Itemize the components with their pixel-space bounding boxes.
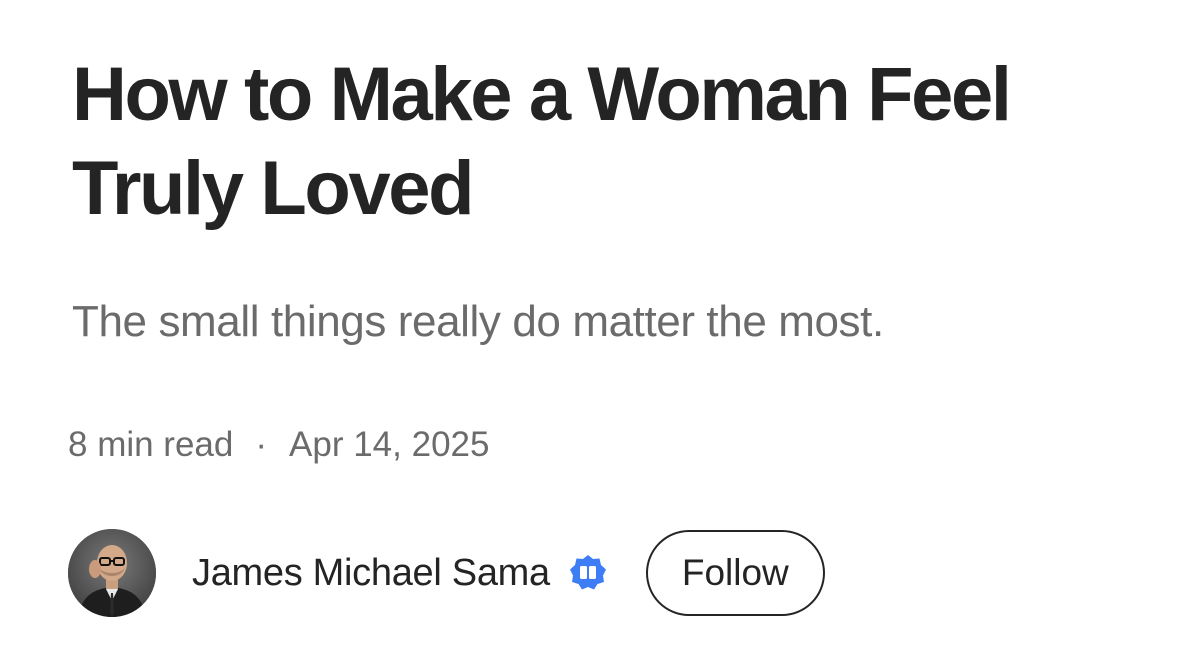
read-time: 8 min read (68, 425, 234, 464)
author-name[interactable]: James Michael Sama (192, 548, 550, 598)
publish-date: Apr 14, 2025 (289, 425, 490, 464)
verified-badge-icon (568, 553, 608, 593)
meta-separator: · (255, 425, 268, 464)
article-header: How to Make a Woman Feel Truly Loved The… (68, 0, 1172, 670)
author-row: James Michael Sama Follow (68, 528, 825, 618)
avatar[interactable] (68, 529, 156, 617)
article-title: How to Make a Woman Feel Truly Loved (72, 52, 1012, 231)
follow-button[interactable]: Follow (645, 530, 825, 616)
article-subtitle: The small things really do matter the mo… (72, 297, 884, 346)
article-meta: 8 min read · Apr 14, 2025 (68, 420, 489, 470)
